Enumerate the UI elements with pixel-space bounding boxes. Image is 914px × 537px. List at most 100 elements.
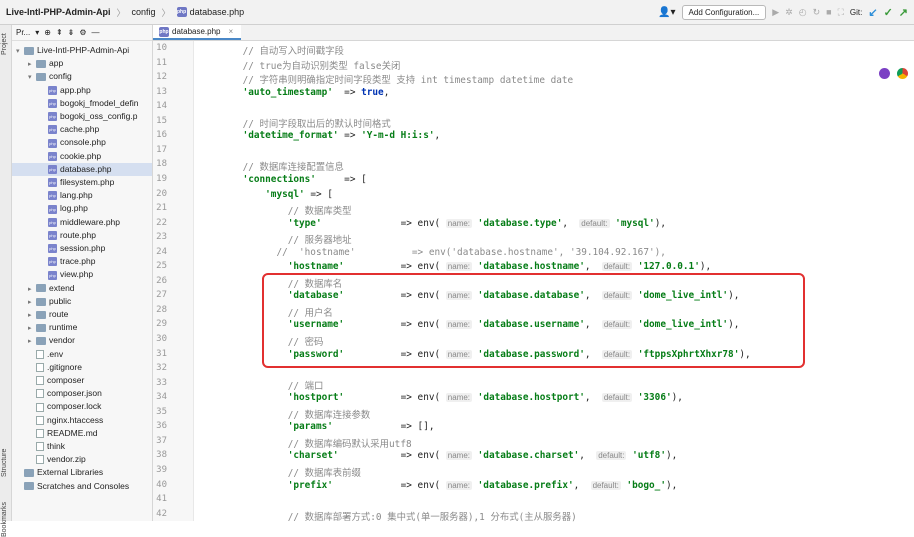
- run-icon[interactable]: ▶: [772, 7, 779, 18]
- folder-icon: [24, 482, 34, 491]
- chevron-right-icon[interactable]: ▸: [28, 309, 36, 322]
- breadcrumb-folder[interactable]: config: [132, 7, 156, 17]
- chevron-down-icon[interactable]: ▾: [16, 45, 24, 58]
- code-line[interactable]: 'auto_timestamp' => true,: [220, 87, 390, 98]
- code-line[interactable]: 'hostname' => env( name: 'database.hostn…: [220, 261, 711, 272]
- tree-item[interactable]: ▸ vendor: [12, 334, 152, 347]
- code-line[interactable]: 'datetime_format' => 'Y-m-d H:i:s',: [220, 130, 441, 141]
- code-line[interactable]: // 字符串则明确指定时间字段类型 支持 int timestamp datet…: [220, 72, 574, 86]
- tree-item-label: app.php: [60, 84, 91, 95]
- chevron-down-icon[interactable]: ▾: [28, 71, 36, 84]
- code-line[interactable]: 'mysql' => [: [220, 189, 333, 200]
- tree-item[interactable]: composer.lock: [12, 400, 152, 413]
- code-line[interactable]: // 'hostname' => env('database.hostname'…: [220, 247, 665, 258]
- tree-item[interactable]: php database.php: [12, 162, 152, 176]
- tree-item[interactable]: php middleware.php: [12, 216, 152, 229]
- update-project-icon[interactable]: ↙: [868, 6, 877, 19]
- code-line[interactable]: // 时间字段取出后的默认时间格式: [220, 116, 391, 130]
- tree-item[interactable]: php filesystem.php: [12, 176, 152, 189]
- php-file-icon: php: [48, 270, 57, 280]
- expand-all-icon[interactable]: ⇟: [68, 28, 75, 37]
- code-line[interactable]: 'params' => [],: [220, 421, 435, 432]
- tree-item[interactable]: ▸ public: [12, 295, 152, 308]
- tree-item[interactable]: php log.php: [12, 202, 152, 215]
- push-icon[interactable]: ↗: [899, 6, 908, 19]
- tab-database-php[interactable]: php database.php ×: [153, 25, 242, 40]
- tree-item[interactable]: composer: [12, 374, 152, 387]
- profile-icon[interactable]: ↻: [813, 7, 821, 18]
- php-debug-icon[interactable]: ⛶: [838, 7, 844, 18]
- tree-item[interactable]: php app.php: [12, 84, 152, 97]
- code-line[interactable]: // true为自动识别类型 false关闭: [220, 58, 401, 72]
- bookmarks-tool-button[interactable]: Bookmarks: [1, 502, 8, 537]
- tree-item[interactable]: ▾ Live-Intl-PHP-Admin-Api: [12, 44, 152, 57]
- tree-item[interactable]: php cookie.php: [12, 150, 152, 163]
- tree-item[interactable]: php view.php: [12, 268, 152, 281]
- chevron-right-icon[interactable]: ▸: [28, 58, 36, 71]
- gear-icon[interactable]: ⚙: [79, 28, 86, 37]
- tree-item[interactable]: .gitignore: [12, 361, 152, 374]
- tree-item[interactable]: nginx.htaccess: [12, 414, 152, 427]
- code-line[interactable]: // 数据库类型: [220, 203, 352, 217]
- phpstorm-browser-icon[interactable]: [879, 68, 890, 79]
- code-line[interactable]: 'charset' => env( name: 'database.charse…: [220, 450, 678, 461]
- code-line[interactable]: // 服务器地址: [220, 232, 352, 246]
- tree-item[interactable]: External Libraries: [12, 466, 152, 479]
- commit-icon[interactable]: ✓: [884, 6, 893, 19]
- breadcrumb-project[interactable]: Live-Intl-PHP-Admin-Api: [6, 7, 111, 17]
- tree-item[interactable]: ▾ config: [12, 70, 152, 83]
- code-line[interactable]: // 数据库表前缀: [220, 465, 361, 479]
- code-line[interactable]: 'connections' => [: [220, 174, 367, 185]
- stop-icon[interactable]: ■: [826, 7, 831, 17]
- tree-item[interactable]: php console.php: [12, 136, 152, 149]
- tree-item[interactable]: ▸ runtime: [12, 321, 152, 334]
- tree-item[interactable]: ▸ app: [12, 57, 152, 70]
- hide-icon[interactable]: —: [92, 28, 100, 37]
- code-line[interactable]: 'prefix' => env( name: 'database.prefix'…: [220, 480, 678, 491]
- coverage-icon[interactable]: ◴: [799, 7, 807, 18]
- tree-item[interactable]: php cache.php: [12, 123, 152, 136]
- tree-item[interactable]: .env: [12, 348, 152, 361]
- user-icon[interactable]: 👤▾: [658, 7, 675, 18]
- code-line[interactable]: // 数据库连接配置信息: [220, 159, 344, 173]
- tree-item[interactable]: ▸ extend: [12, 282, 152, 295]
- tree-item[interactable]: php lang.php: [12, 189, 152, 202]
- tree-item[interactable]: php trace.php: [12, 255, 152, 268]
- php-file-icon: php: [48, 191, 57, 201]
- breadcrumb-file[interactable]: database.php: [190, 7, 245, 17]
- add-configuration-button[interactable]: Add Configuration...: [681, 4, 767, 20]
- code-line[interactable]: // 数据库编码默认采用utf8: [220, 436, 412, 450]
- debug-icon[interactable]: ✲: [785, 7, 793, 18]
- tree-item[interactable]: php session.php: [12, 242, 152, 255]
- tree-item[interactable]: php route.php: [12, 229, 152, 242]
- tree-item[interactable]: think: [12, 440, 152, 453]
- tree-item[interactable]: README.md: [12, 427, 152, 440]
- code-line[interactable]: // 数据库连接参数: [220, 407, 371, 421]
- tree-item[interactable]: composer.json: [12, 387, 152, 400]
- project-tool-button[interactable]: Project: [1, 33, 8, 55]
- chevron-right-icon[interactable]: ▸: [28, 335, 36, 348]
- structure-tool-button[interactable]: Structure: [1, 449, 8, 477]
- locate-icon[interactable]: ⊕: [44, 28, 51, 37]
- tree-item[interactable]: vendor.zip: [12, 453, 152, 466]
- line-number: 13: [156, 86, 167, 97]
- close-icon[interactable]: ×: [229, 27, 234, 36]
- chevron-right-icon[interactable]: ▸: [28, 283, 36, 296]
- chevron-right-icon[interactable]: ▸: [28, 296, 36, 309]
- project-view-dropdown[interactable]: Pr...: [16, 28, 30, 37]
- chevron-right-icon[interactable]: ▸: [28, 322, 36, 335]
- chrome-browser-icon[interactable]: [897, 68, 908, 79]
- tab-label: database.php: [172, 27, 221, 36]
- code-line[interactable]: // 自动写入时间戳字段: [220, 43, 344, 57]
- code-line[interactable]: 'type' => env( name: 'database.type', de…: [220, 218, 666, 229]
- code-line[interactable]: 'hostport' => env( name: 'database.hostp…: [220, 392, 683, 403]
- collapse-all-icon[interactable]: ⇞: [56, 28, 63, 37]
- tree-item[interactable]: php bogokj_fmodel_defin: [12, 97, 152, 110]
- tree-item[interactable]: php bogokj_oss_config.p: [12, 110, 152, 123]
- code-line[interactable]: // 数据库部署方式:0 集中式(单一服务器),1 分布式(主从服务器): [220, 509, 577, 523]
- code-line[interactable]: // 端口: [220, 378, 324, 392]
- tree-item[interactable]: ▸ route: [12, 308, 152, 321]
- chevron-down-icon[interactable]: ▾: [35, 28, 39, 37]
- code-token: // 时间字段取出后的默认时间格式: [220, 118, 391, 130]
- tree-item[interactable]: Scratches and Consoles: [12, 480, 152, 493]
